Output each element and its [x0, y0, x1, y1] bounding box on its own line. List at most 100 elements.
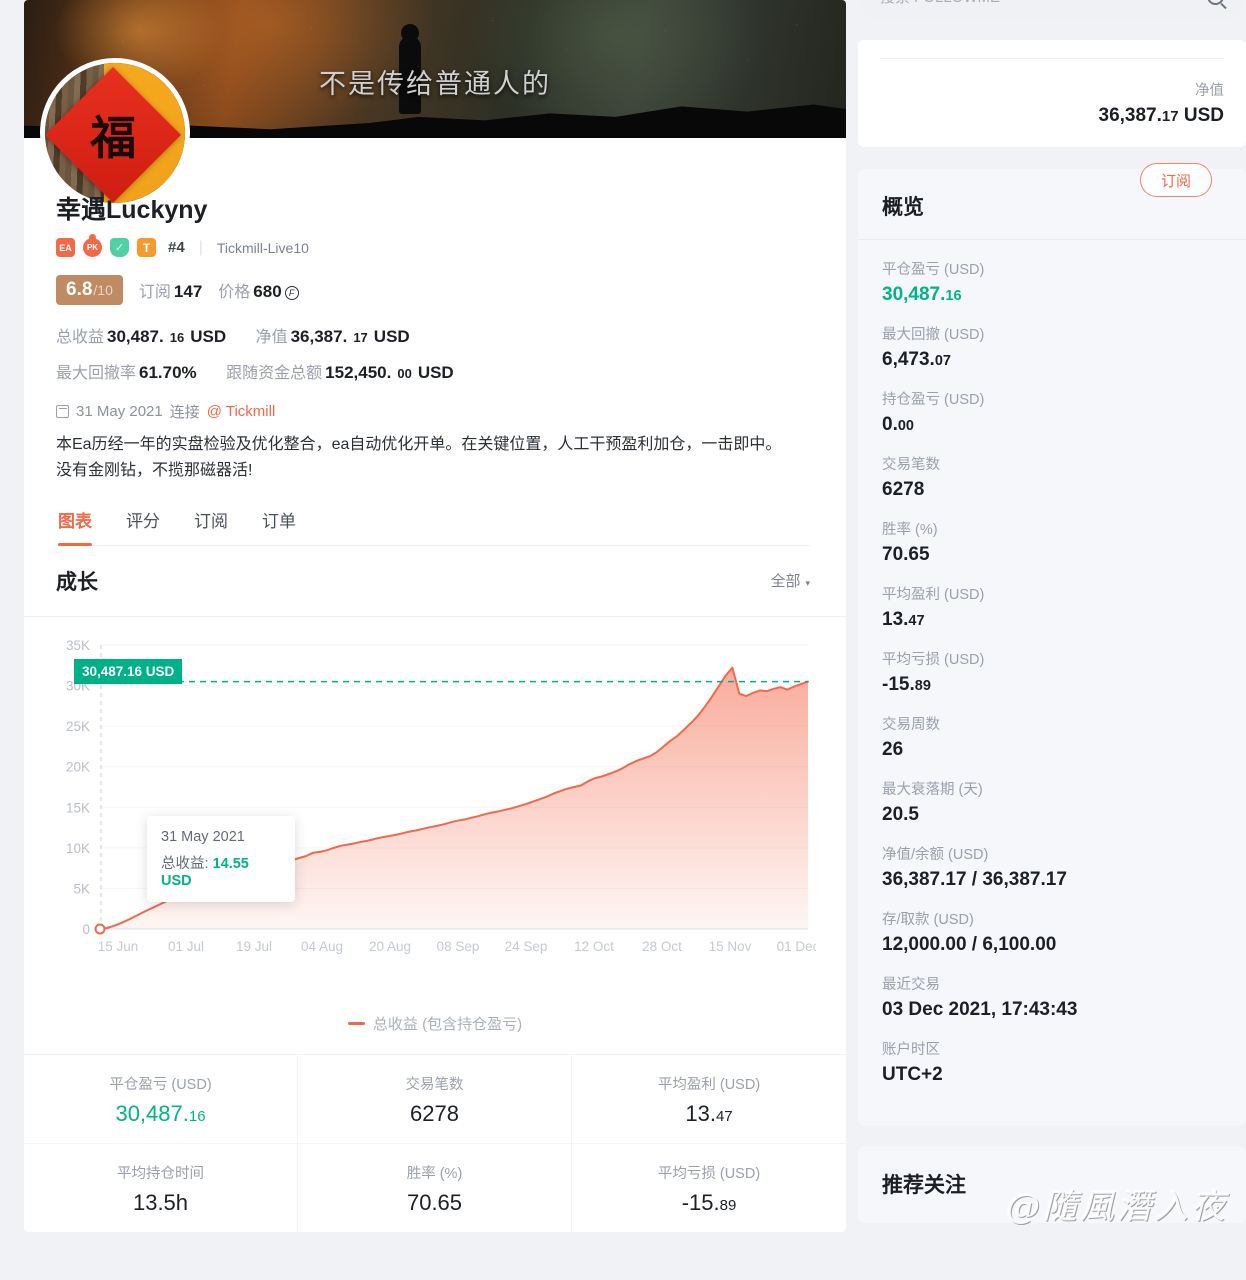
- verified-shield-icon: ✓: [110, 238, 129, 257]
- tab-ratings[interactable]: 评分: [126, 507, 160, 545]
- tab-orders[interactable]: 订单: [262, 507, 296, 545]
- follow-capital-value: 152,450.: [325, 363, 392, 382]
- follow-capital-stat: 跟随资金总额 152,450. 00 USD: [226, 363, 457, 382]
- subscribers-label: 订阅: [138, 284, 171, 301]
- kpi-label: 平均亏损 (USD): [657, 1165, 761, 1182]
- overview-item-value-main: 30,487.: [882, 284, 946, 305]
- chevron-down-icon: ▾: [805, 578, 810, 589]
- list-item: 胜率 (%) 70.65: [882, 518, 1222, 566]
- kpi-label: 平均盈利 (USD): [657, 1076, 761, 1093]
- stat-line-returns: 总收益 30,487. 16 USD 净值 36,387. 17 USD: [56, 323, 810, 347]
- connect-broker-link[interactable]: @ Tickmill: [207, 403, 276, 420]
- svg-text:5K: 5K: [73, 881, 90, 896]
- overview-item-label: 净值/余额 (USD): [882, 847, 989, 863]
- total-return-dec: 16: [169, 330, 185, 345]
- svg-text:24 Sep: 24 Sep: [505, 939, 548, 954]
- rank-label: #4: [168, 239, 185, 256]
- tooltip-date: 31 May 2021: [161, 828, 245, 845]
- overview-item-label: 交易笔数: [882, 457, 940, 473]
- stat-line-risk: 最大回撤率 61.70% 跟随资金总额 152,450. 00 USD: [56, 359, 810, 383]
- price-value: 680: [253, 282, 282, 301]
- legend-label: 总收益 (包含持仓盈亏): [372, 1015, 523, 1033]
- svg-text:15 Jun: 15 Jun: [98, 939, 139, 954]
- list-item: 平均亏损 (USD) -15.89: [882, 648, 1222, 696]
- chart-range-filter[interactable]: 全部 ▾: [770, 570, 810, 591]
- kpi-cell: 平均亏损 (USD) -15.89: [572, 1142, 846, 1232]
- total-return-value: 30,487.: [107, 327, 164, 346]
- overview-item-value: 70.65: [882, 544, 1222, 566]
- tab-charts[interactable]: 图表: [58, 507, 92, 546]
- list-item: 账户时区 UTC+2: [882, 1038, 1222, 1086]
- banner-person-silhouette: [399, 24, 421, 114]
- overview-item-value-main: 12,000.00 / 6,100.00: [882, 934, 1057, 955]
- rank-separator: |: [198, 238, 203, 256]
- follow-capital-dec: 00: [397, 366, 412, 381]
- tab-subscriptions[interactable]: 订阅: [194, 507, 228, 545]
- list-item: 平仓盈亏 (USD) 30,487.16: [882, 258, 1222, 306]
- list-item: 交易笔数 6278: [882, 453, 1222, 501]
- overview-item-label: 最大回撤 (USD): [882, 327, 985, 343]
- kpi-value-main: 30,487.: [115, 1100, 189, 1126]
- kpi-value-dec: 47: [715, 1107, 733, 1125]
- chart-tooltip: 31 May 2021 总收益: 14.55 USD: [147, 815, 295, 902]
- kpi-value: 6278: [298, 1101, 571, 1127]
- ea-badge-icon: EA: [56, 238, 75, 257]
- svg-text:20K: 20K: [66, 759, 90, 774]
- overview-item-value-main: 20.5: [882, 804, 919, 825]
- kpi-label: 平均持仓时间: [117, 1165, 204, 1182]
- chart-legend: 总收益 (包含持仓盈亏): [24, 1007, 846, 1054]
- overview-item-value-dec: 00: [897, 418, 914, 434]
- svg-text:10K: 10K: [66, 841, 90, 856]
- overview-item-label: 账户时区: [882, 1042, 940, 1058]
- overview-item-value: 0.00: [882, 414, 1222, 436]
- recommended-follow-title: 推荐关注: [882, 1174, 966, 1197]
- equity-unit: USD: [373, 327, 410, 346]
- overview-item-label: 平仓盈亏 (USD): [882, 262, 985, 278]
- overview-item-label: 最近交易: [882, 977, 940, 993]
- recommended-follow-card: 推荐关注: [858, 1147, 1246, 1223]
- svg-text:25K: 25K: [66, 719, 90, 734]
- kpi-cell: 交易笔数 6278: [298, 1054, 572, 1143]
- search-bar[interactable]: 搜索 FOLLOWME: [858, 0, 1246, 20]
- profile-description: 本Ea历经一年的实盘检验及优化整合，ea自动优化开单。在关键位置，人工干预盈利加…: [56, 436, 782, 480]
- svg-text:15K: 15K: [66, 800, 90, 815]
- growth-chart[interactable]: 0 5K 10K 15K 20K 25K 30K 35K 15 Jun 01 Jul 19 Jul 0…: [24, 617, 846, 1007]
- overview-item-value: 03 Dec 2021, 17:43:43: [882, 999, 1222, 1021]
- kpi-value: 30,487.16: [24, 1101, 297, 1127]
- page-root: 不是传给普通人的 福 订阅 幸遇Luckyny EA PK ✓ T #4 | T…: [0, 0, 1246, 1280]
- profile-body: 幸遇Luckyny EA PK ✓ T #4 | Tickmill-Live10…: [24, 138, 846, 546]
- banner-caption: 不是传给普通人的: [319, 69, 551, 99]
- list-item: 最大衰落期 (天) 20.5: [882, 778, 1222, 826]
- score-denominator: /10: [93, 282, 113, 298]
- max-dd-stat: 最大回撤率 61.70%: [56, 363, 204, 382]
- connect-row: 31 May 2021 连接 @ Tickmill: [56, 401, 810, 422]
- equity-value: 36,387.: [290, 327, 348, 346]
- overview-item-value: 36,387.17 / 36,387.17: [882, 869, 1222, 891]
- growth-chart-svg: 05K10K15K20K25K30K35K15 Jun 01 Jul 19 Jul 0…: [66, 638, 816, 954]
- overview-item-value-main: 13.: [882, 609, 909, 630]
- total-return-label: 总收益: [56, 329, 105, 346]
- overview-item-value-dec: 07: [934, 353, 951, 369]
- svg-text:12 Oct: 12 Oct: [574, 939, 614, 954]
- kpi-value-dec: 89: [719, 1196, 737, 1214]
- price-label: 价格: [218, 284, 251, 301]
- kpi-value-main: 13.5h: [132, 1189, 189, 1215]
- overview-item-label: 持仓盈亏 (USD): [882, 392, 985, 408]
- tab-bar: 图表 评分 订阅 订单: [56, 507, 810, 546]
- left-column: 不是传给普通人的 福 订阅 幸遇Luckyny EA PK ✓ T #4 | T…: [24, 0, 1212, 1280]
- search-input[interactable]: 搜索 FOLLOWME: [880, 0, 1000, 7]
- kpi-value: -15.89: [572, 1190, 846, 1216]
- equity-card-value-main: 36,387.: [1098, 105, 1162, 126]
- profile-card: 不是传给普通人的 福 订阅 幸遇Luckyny EA PK ✓ T #4 | T…: [24, 0, 1212, 1232]
- equity-card-value-dec: 17: [1161, 108, 1179, 125]
- svg-text:04 Aug: 04 Aug: [301, 939, 343, 954]
- list-item: 净值/余额 (USD) 36,387.17 / 36,387.17: [882, 843, 1222, 891]
- kpi-cell: 胜率 (%) 70.65: [298, 1142, 572, 1232]
- kpi-value: 70.65: [298, 1190, 571, 1216]
- kpi-cell: 平均盈利 (USD) 13.47: [572, 1055, 846, 1143]
- kpi-label: 胜率 (%): [406, 1165, 463, 1182]
- search-icon[interactable]: [1207, 0, 1224, 5]
- overview-item-value-dec: 47: [908, 613, 925, 629]
- kpi-value-main: 6278: [410, 1100, 459, 1126]
- overview-item-value: 26: [882, 739, 1222, 761]
